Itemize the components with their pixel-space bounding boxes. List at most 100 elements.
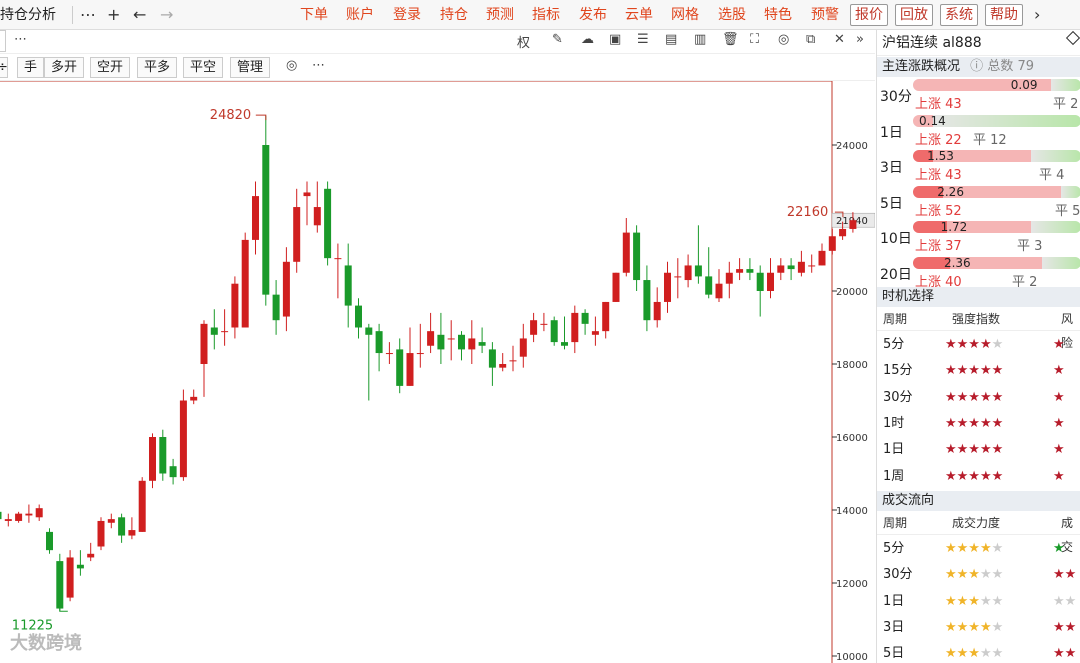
candle-body (355, 305, 362, 328)
candle-body (591, 331, 599, 335)
period-label: 5日 (880, 195, 903, 212)
trade-button-2[interactable]: 空开 (90, 57, 131, 78)
rights-adjust-button[interactable]: 权 (517, 32, 530, 51)
change-value: 2.26 (937, 185, 964, 198)
strength-stars: ★★★★★ (945, 389, 1004, 405)
candle-body (25, 513, 33, 516)
period-row: 1日 0.14 上涨 22 平 12 (877, 114, 1080, 149)
add-tab-icon[interactable]: + (107, 0, 120, 30)
menu-box-2[interactable]: 系统 (940, 4, 978, 26)
trade-button-5[interactable]: 管理 (230, 57, 271, 78)
delete-icon[interactable]: 🗑 (722, 32, 739, 47)
trade-button-3[interactable]: 平多 (137, 57, 178, 78)
menu-item-2[interactable]: 登录 (393, 0, 421, 30)
trade-button-4[interactable]: 平空 (183, 57, 224, 78)
more-icon[interactable]: ⋯ (80, 0, 96, 30)
menu-item-10[interactable]: 特色 (764, 0, 792, 30)
cloud-icon[interactable]: ☁ (581, 32, 594, 47)
trade-button-0[interactable]: 手 (17, 57, 45, 78)
stepper[interactable]: ÷ (0, 57, 8, 78)
candle-body (777, 265, 785, 273)
change-value: 1.72 (940, 221, 968, 233)
menu-box-0[interactable]: 报价 (850, 4, 888, 26)
risk-stars: ★★ (1053, 593, 1077, 609)
total-count: 总数 79 (987, 59, 1034, 74)
menu-item-6[interactable]: 发布 (579, 0, 607, 30)
section-timing: 时机选择 (877, 287, 1080, 307)
y-tick-label: 10000 (836, 652, 868, 663)
candle-body (118, 517, 126, 536)
candle-body (15, 513, 23, 521)
breadth-bar: 1.72 (913, 221, 1080, 233)
candle-body (293, 207, 301, 262)
candle-body (540, 323, 548, 325)
sliders-icon[interactable]: ☰ (637, 32, 649, 47)
more-icon[interactable]: ⋯ (312, 58, 325, 73)
strength-stars: ★★★★★ (945, 646, 1004, 662)
candle-body (334, 258, 342, 260)
candle-body (56, 561, 64, 609)
dropdown-edge[interactable] (0, 30, 6, 52)
close-icon[interactable]: ✕ (834, 32, 845, 47)
right-panel: 沪铝连续 al888 主连涨跌概况 ⓘ 总数 79 30分 0.09 上涨 43 平 … (876, 30, 1080, 663)
layout-icon[interactable]: ▥ (694, 32, 706, 47)
window-icon[interactable]: ⧉ (806, 32, 815, 47)
menu-box-1[interactable]: 回放 (895, 4, 933, 26)
candle-body (674, 276, 682, 278)
fullscreen-icon[interactable]: ⛶ (750, 32, 759, 47)
menu-item-1[interactable]: 账户 (346, 0, 374, 30)
settings-icon[interactable]: ◎ (778, 32, 789, 47)
candle-body (458, 334, 465, 350)
candle-body (787, 265, 795, 270)
help-icon[interactable]: ⓘ (970, 59, 983, 74)
high-annotation: 24820 (210, 108, 251, 123)
risk-stars: ★★ (1053, 619, 1077, 635)
menu-box-3[interactable]: 帮助 (985, 4, 1023, 26)
period-row: 20日 2.36 上涨 40 平 2 (877, 256, 1080, 291)
menu-item-3[interactable]: 持仓 (440, 0, 468, 30)
forward-icon[interactable]: → (160, 0, 173, 30)
up-count: 上涨 37 (915, 239, 962, 254)
settings-icon[interactable]: ◎ (286, 58, 297, 73)
candle-body (519, 338, 527, 357)
back-icon[interactable]: ← (133, 0, 146, 30)
risk-stars: ★★ (1053, 567, 1077, 583)
pen-icon[interactable]: ✎ (552, 32, 563, 47)
strength-stars: ★★★★★ (945, 415, 1004, 431)
period-row: 3日 1.53 上涨 43 平 4 (877, 149, 1080, 184)
trade-button-1[interactable]: 多开 (44, 57, 85, 78)
flat-count: 平 3 (1017, 239, 1043, 254)
candle-body (87, 553, 95, 558)
menu-item-9[interactable]: 选股 (718, 0, 746, 30)
menu-item-8[interactable]: 网格 (671, 0, 699, 30)
menu-item-0[interactable]: 下单 (300, 0, 328, 30)
menu-item-7[interactable]: 云单 (625, 0, 653, 30)
row-period: 5分 (883, 337, 905, 352)
candle-body (653, 301, 661, 321)
menu-item-11[interactable]: 预警 (811, 0, 839, 30)
candle-body (499, 364, 507, 368)
col-strength: 强度指数 (952, 312, 1001, 326)
candle-body (344, 265, 352, 306)
menu-item-4[interactable]: 预测 (486, 0, 514, 30)
calculator-icon[interactable]: ▤ (665, 32, 677, 47)
tab-position-analysis[interactable]: 持仓分析 (0, 0, 70, 30)
collapse-icon[interactable]: » (856, 32, 864, 47)
image-icon[interactable]: ▣ (609, 32, 621, 47)
candlestick-chart[interactable]: 2400022000200001800016000140001200010000… (0, 81, 875, 663)
section-flow: 成交流向 (877, 491, 1080, 511)
watermark: 大数跨境 (10, 633, 82, 654)
risk-stars: ★ (1053, 541, 1065, 556)
up-count: 上涨 43 (915, 168, 962, 183)
chevron-right-icon[interactable]: › (1034, 0, 1040, 30)
more-icon[interactable]: ⋯ (14, 32, 27, 47)
candle-body (241, 239, 249, 328)
up-count: 上涨 22 (915, 132, 962, 148)
row-period: 30分 (883, 567, 913, 583)
risk-stars: ★ (1053, 442, 1065, 458)
menu-item-5[interactable]: 指标 (532, 0, 560, 30)
y-tick-label: 14000 (836, 506, 868, 517)
period-label: 1日 (880, 124, 903, 141)
empty-stars: ★★ (979, 567, 1004, 583)
row-period: 5日 (883, 646, 905, 662)
